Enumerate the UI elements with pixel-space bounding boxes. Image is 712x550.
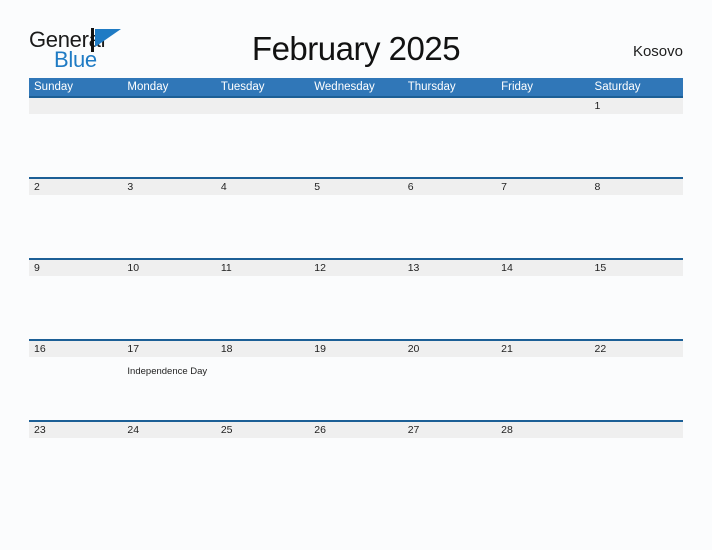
day-cell[interactable] — [309, 438, 402, 501]
day-number[interactable]: 25 — [216, 422, 309, 438]
day-number[interactable]: 27 — [403, 422, 496, 438]
week-event-band — [29, 195, 683, 258]
day-cell[interactable]: Independence Day — [122, 357, 215, 420]
weekday-header-saturday: Saturday — [594, 81, 641, 93]
week-date-band: 1 — [29, 96, 683, 114]
day-cell[interactable] — [590, 114, 683, 177]
day-number[interactable]: 26 — [309, 422, 402, 438]
day-number[interactable] — [496, 98, 589, 114]
day-number[interactable]: 9 — [29, 260, 122, 276]
day-cell[interactable] — [403, 114, 496, 177]
day-number[interactable] — [590, 422, 683, 438]
day-cell[interactable] — [29, 114, 122, 177]
week-event-band — [29, 438, 683, 501]
week-event-band — [29, 276, 683, 339]
day-cell[interactable] — [496, 438, 589, 501]
day-cell[interactable] — [309, 114, 402, 177]
calendar-week-row: 1 — [29, 96, 683, 177]
day-number[interactable]: 20 — [403, 341, 496, 357]
weekday-header-thursday: Thursday — [407, 81, 456, 93]
day-cell[interactable] — [29, 357, 122, 420]
week-date-band: 9 10 11 12 13 14 15 — [29, 258, 683, 276]
weekday-header-wednesday: Wednesday — [314, 81, 375, 93]
day-number[interactable] — [216, 98, 309, 114]
day-cell[interactable] — [29, 276, 122, 339]
day-cell[interactable] — [29, 438, 122, 501]
day-cell[interactable] — [309, 357, 402, 420]
day-number[interactable]: 12 — [309, 260, 402, 276]
day-cell[interactable] — [309, 276, 402, 339]
day-cell[interactable] — [216, 114, 309, 177]
day-number[interactable]: 2 — [29, 179, 122, 195]
day-cell[interactable] — [216, 195, 309, 258]
day-number[interactable]: 6 — [403, 179, 496, 195]
day-cell[interactable] — [122, 438, 215, 501]
page-title: February 2025 — [251, 30, 461, 67]
day-cell[interactable] — [122, 195, 215, 258]
day-cell[interactable] — [496, 276, 589, 339]
day-cell[interactable] — [403, 438, 496, 501]
day-cell[interactable] — [122, 276, 215, 339]
day-number[interactable]: 18 — [216, 341, 309, 357]
day-cell[interactable] — [590, 195, 683, 258]
day-number[interactable]: 11 — [216, 260, 309, 276]
day-number[interactable]: 10 — [122, 260, 215, 276]
weekday-header-monday: Monday — [127, 81, 169, 93]
day-number[interactable]: 21 — [496, 341, 589, 357]
day-number[interactable]: 16 — [29, 341, 122, 357]
day-cell[interactable] — [216, 276, 309, 339]
region-label: Kosovo — [632, 43, 683, 60]
day-cell[interactable] — [216, 438, 309, 501]
day-number[interactable] — [309, 98, 402, 114]
day-number[interactable]: 14 — [496, 260, 589, 276]
day-number[interactable]: 5 — [309, 179, 402, 195]
day-number[interactable] — [122, 98, 215, 114]
day-cell[interactable] — [216, 357, 309, 420]
day-cell[interactable] — [590, 438, 683, 501]
day-number[interactable]: 8 — [590, 179, 683, 195]
day-cell[interactable] — [590, 357, 683, 420]
weekday-header-friday: Friday — [501, 81, 534, 93]
day-number[interactable]: 28 — [496, 422, 589, 438]
week-date-band: 2 3 4 5 6 7 8 — [29, 177, 683, 195]
day-number[interactable]: 17 — [122, 341, 215, 357]
day-number[interactable]: 23 — [29, 422, 122, 438]
day-cell[interactable] — [122, 114, 215, 177]
day-cell[interactable] — [496, 195, 589, 258]
day-number[interactable]: 15 — [590, 260, 683, 276]
day-number[interactable]: 7 — [496, 179, 589, 195]
weekday-header-tuesday: Tuesday — [220, 81, 265, 93]
day-cell[interactable] — [590, 276, 683, 339]
day-number[interactable]: 24 — [122, 422, 215, 438]
calendar-week-row: 23 24 25 26 27 28 — [29, 420, 683, 501]
week-date-band: 23 24 25 26 27 28 — [29, 420, 683, 438]
day-cell[interactable] — [29, 195, 122, 258]
day-number[interactable]: 13 — [403, 260, 496, 276]
weekday-header-sunday: Sunday — [34, 81, 74, 93]
week-event-band: Independence Day — [29, 357, 683, 420]
day-number[interactable] — [29, 98, 122, 114]
day-cell[interactable] — [496, 357, 589, 420]
day-number[interactable]: 3 — [122, 179, 215, 195]
day-cell[interactable] — [403, 195, 496, 258]
calendar-week-row: 9 10 11 12 13 14 15 — [29, 258, 683, 339]
day-cell[interactable] — [403, 276, 496, 339]
calendar-week-row: 2 3 4 5 6 7 8 — [29, 177, 683, 258]
day-number[interactable]: 1 — [590, 98, 683, 114]
day-cell[interactable] — [496, 114, 589, 177]
weekday-header-row: Sunday Monday Tuesday Wednesday Thursday… — [29, 78, 683, 96]
week-date-band: 16 17 18 19 20 21 22 — [29, 339, 683, 357]
day-number[interactable]: 22 — [590, 341, 683, 357]
calendar-week-row: 16 17 18 19 20 21 22 Independence Day — [29, 339, 683, 420]
day-cell[interactable] — [309, 195, 402, 258]
day-number[interactable]: 19 — [309, 341, 402, 357]
event-label: Independence Day — [127, 366, 208, 377]
calendar-grid: Sunday Monday Tuesday Wednesday Thursday… — [29, 78, 683, 501]
page-header: General Blue February 2025 Kosovo — [0, 0, 712, 76]
week-event-band — [29, 114, 683, 177]
day-number[interactable] — [403, 98, 496, 114]
day-cell[interactable] — [403, 357, 496, 420]
day-number[interactable]: 4 — [216, 179, 309, 195]
